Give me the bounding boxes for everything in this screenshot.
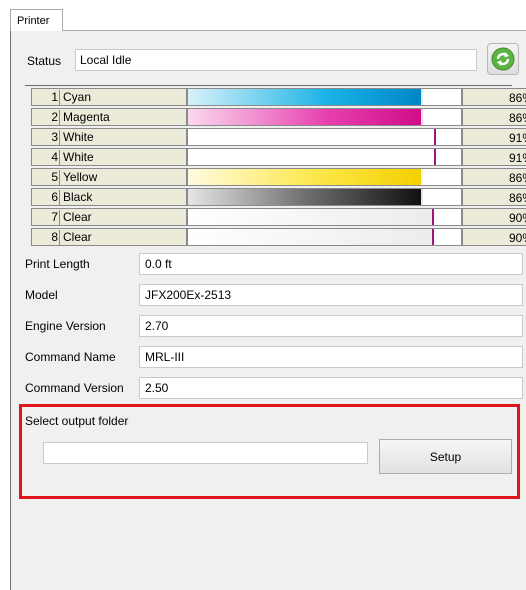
tab-printer[interactable]: Printer	[10, 9, 63, 31]
ink-level-fill	[188, 129, 437, 145]
ink-row: 1Cyan 86%	[25, 86, 526, 106]
info-value-field: MRL-III	[139, 346, 523, 368]
info-label: Print Length	[25, 257, 90, 271]
ink-level-fill	[188, 189, 423, 205]
ink-name-cell: 1 Cyan	[31, 88, 187, 106]
ink-name-cell: 3 White	[31, 128, 187, 146]
ink-number: 4	[51, 150, 58, 164]
info-value-field: 0.0 ft	[139, 253, 523, 275]
ink-level-fill	[188, 209, 434, 225]
ink-name: Clear	[59, 210, 92, 226]
info-value-field: 2.50	[139, 377, 523, 399]
ink-name-cell: 6 Black	[31, 188, 187, 206]
ink-level-bar	[187, 228, 462, 246]
info-value-field: JFX200Ex-2513	[139, 284, 523, 306]
ink-row: 6Black 86%	[25, 186, 526, 206]
ink-row: 8Clear 90%	[25, 226, 526, 246]
ink-level-fill	[188, 109, 423, 125]
ink-number: 7	[51, 210, 58, 224]
status-label: Status	[27, 54, 62, 68]
info-value: JFX200Ex-2513	[145, 288, 232, 302]
ink-number: 3	[51, 130, 58, 144]
ink-name: Cyan	[59, 90, 91, 106]
ink-row: 4White 91%	[25, 146, 526, 166]
ink-percent: 86%	[462, 188, 526, 206]
info-label: Command Name	[25, 350, 116, 364]
info-label: Model	[25, 288, 58, 302]
ink-name-cell: 8 Clear	[31, 228, 187, 246]
ink-level-bar	[187, 188, 462, 206]
ink-number: 5	[51, 170, 58, 184]
ink-levels-table: 1Cyan86%2Magenta86%3White91%4White91%5Ye…	[25, 85, 526, 246]
ink-percent: 91%	[462, 148, 526, 166]
ink-name-cell: 4 White	[31, 148, 187, 166]
info-value: MRL-III	[145, 350, 185, 364]
ink-level-bar	[187, 108, 462, 126]
status-value: Local Idle	[80, 53, 132, 67]
ink-level-bar	[187, 148, 462, 166]
ink-row: 5Yellow 86%	[25, 166, 526, 186]
ink-level-fill	[188, 89, 423, 105]
ink-level-fill	[188, 229, 434, 245]
ink-name: White	[59, 130, 94, 146]
output-folder-title: Select output folder	[25, 414, 129, 428]
status-field: Local Idle	[75, 49, 477, 71]
ink-percent: 86%	[462, 108, 526, 126]
ink-number: 8	[51, 230, 58, 244]
ink-level-fill	[188, 169, 423, 185]
ink-level-bar	[187, 168, 462, 186]
ink-name: Black	[59, 190, 92, 206]
ink-row: 7Clear 90%	[25, 206, 526, 226]
refresh-icon	[491, 47, 515, 71]
ink-percent: 86%	[462, 88, 526, 106]
ink-name: White	[59, 150, 94, 166]
ink-level-bar	[187, 208, 462, 226]
ink-percent: 86%	[462, 168, 526, 186]
ink-level-bar	[187, 88, 462, 106]
ink-name: Clear	[59, 230, 92, 246]
ink-row: 3White 91%	[25, 126, 526, 146]
ink-number: 2	[51, 110, 58, 124]
ink-name-cell: 2 Magenta	[31, 108, 187, 126]
refresh-button[interactable]	[487, 43, 519, 75]
ink-level-bar	[187, 128, 462, 146]
ink-percent: 90%	[462, 228, 526, 246]
ink-row: 2Magenta 86%	[25, 106, 526, 126]
info-value: 2.50	[145, 381, 169, 395]
ink-name-cell: 5 Yellow	[31, 168, 187, 186]
info-label: Engine Version	[25, 319, 106, 333]
output-folder-input[interactable]	[43, 442, 368, 464]
ink-name-cell: 7 Clear	[31, 208, 187, 226]
tab-label: Printer	[17, 14, 50, 27]
ink-name: Yellow	[59, 170, 97, 186]
info-value: 0.0 ft	[145, 257, 172, 271]
ink-percent: 91%	[462, 128, 526, 146]
ink-percent: 90%	[462, 208, 526, 226]
ink-number: 1	[51, 90, 58, 104]
setup-button-label: Setup	[429, 449, 462, 464]
ink-level-fill	[188, 149, 437, 165]
setup-button[interactable]: Setup	[379, 439, 512, 474]
info-label: Command Version	[25, 381, 124, 395]
ink-name: Magenta	[59, 110, 110, 126]
ink-number: 6	[51, 190, 58, 204]
info-value-field: 2.70	[139, 315, 523, 337]
info-value: 2.70	[145, 319, 169, 333]
